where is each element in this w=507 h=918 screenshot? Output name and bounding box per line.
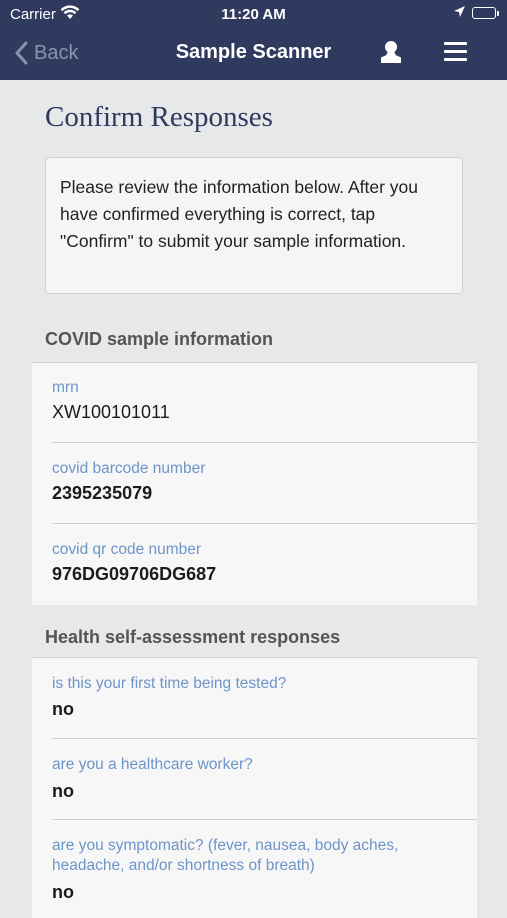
page-title: Confirm Responses (45, 101, 273, 133)
answer-value: no (52, 699, 74, 719)
covid-sample-card: mrn XW100101011 covid barcode number 239… (32, 362, 477, 605)
field-label: mrn (52, 379, 79, 396)
field-label: covid barcode number (52, 460, 206, 477)
question-label: is this your first time being tested? (52, 675, 287, 692)
question-first-time-tested: is this your first time being tested? no (32, 658, 477, 738)
question-label: are you a healthcare worker? (52, 756, 253, 773)
health-assessment-card: is this your first time being tested? no… (32, 657, 477, 918)
answer-value: no (52, 781, 74, 801)
menu-icon[interactable] (444, 42, 467, 67)
location-arrow-icon (453, 5, 466, 23)
section-title-covid-sample: COVID sample information (45, 329, 274, 349)
field-value: 2395235079 (52, 483, 153, 503)
battery-icon (472, 7, 499, 19)
top-bar: Carrier 11:20 AM Back Sample Scanner (0, 0, 507, 80)
status-bar: Carrier 11:20 AM (0, 0, 507, 28)
question-label: are you symptomatic? (fever, nausea, bod… (52, 837, 399, 874)
field-covid-qr-code: covid qr code number 976DG09706DG687 (32, 524, 477, 605)
instructions-box: Please review the information below. Aft… (45, 157, 463, 294)
field-value: XW100101011 (52, 402, 170, 422)
field-label: covid qr code number (52, 541, 202, 558)
screen-title: Sample Scanner (175, 41, 332, 63)
field-mrn: mrn XW100101011 (32, 363, 477, 443)
navigation-bar: Back Sample Scanner (0, 30, 507, 76)
section-title-health-assessment: Health self-assessment responses (45, 627, 341, 647)
user-icon[interactable] (380, 40, 402, 69)
field-covid-barcode: covid barcode number 2395235079 (32, 443, 477, 524)
clock-time: 11:20 AM (221, 6, 286, 23)
question-healthcare-worker: are you a healthcare worker? no (32, 739, 477, 820)
field-value: 976DG09706DG687 (52, 564, 217, 584)
question-symptomatic: are you symptomatic? (fever, nausea, bod… (32, 820, 477, 918)
